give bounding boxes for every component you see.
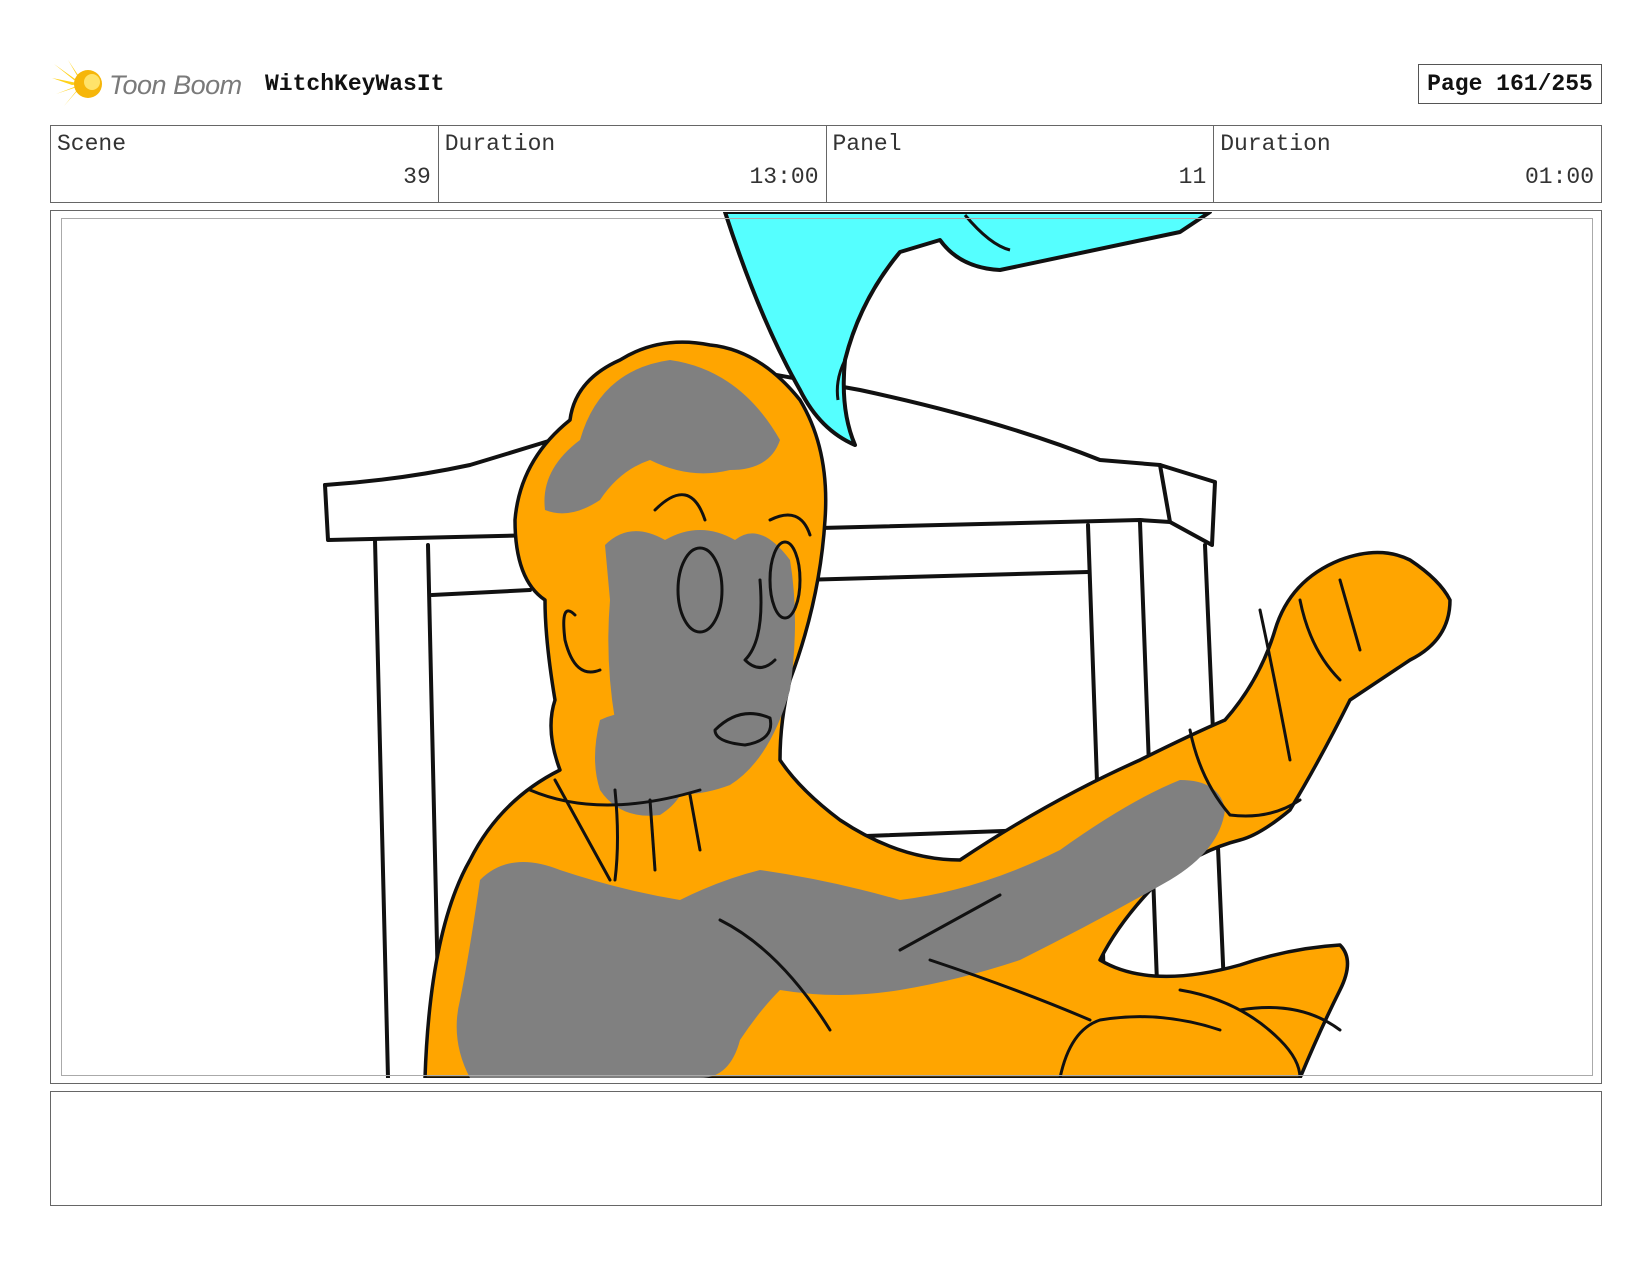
panel-value: 11 (1178, 164, 1207, 190)
scene-duration-value: 13:00 (749, 164, 819, 190)
panel-duration-value: 01:00 (1524, 164, 1594, 190)
notes-box (50, 1091, 1602, 1206)
panel-duration-label: Duration (1220, 131, 1331, 157)
panel-label: Panel (832, 131, 902, 157)
panel-duration-cell: Duration 01:00 (1214, 126, 1601, 202)
logo-text: Toon Boom (109, 70, 242, 100)
scene-duration-label: Duration (444, 131, 556, 157)
project-title: WitchKeyWasIt (265, 71, 445, 97)
scene-value: 39 (403, 164, 431, 190)
page-indicator: Page 161/255 (1418, 64, 1602, 104)
toon-boom-logo: Toon Boom (52, 58, 252, 110)
scene-cell: Scene 39 (51, 126, 439, 202)
sunburst-icon (52, 60, 102, 106)
scene-info-table: Scene 39 Duration 13:00 Panel 11 Duratio… (50, 125, 1602, 203)
panel-cell: Panel 11 (827, 126, 1215, 202)
scene-duration-cell: Duration 13:00 (439, 126, 827, 202)
panel-safe-area (61, 218, 1593, 1076)
scene-label: Scene (57, 131, 127, 157)
